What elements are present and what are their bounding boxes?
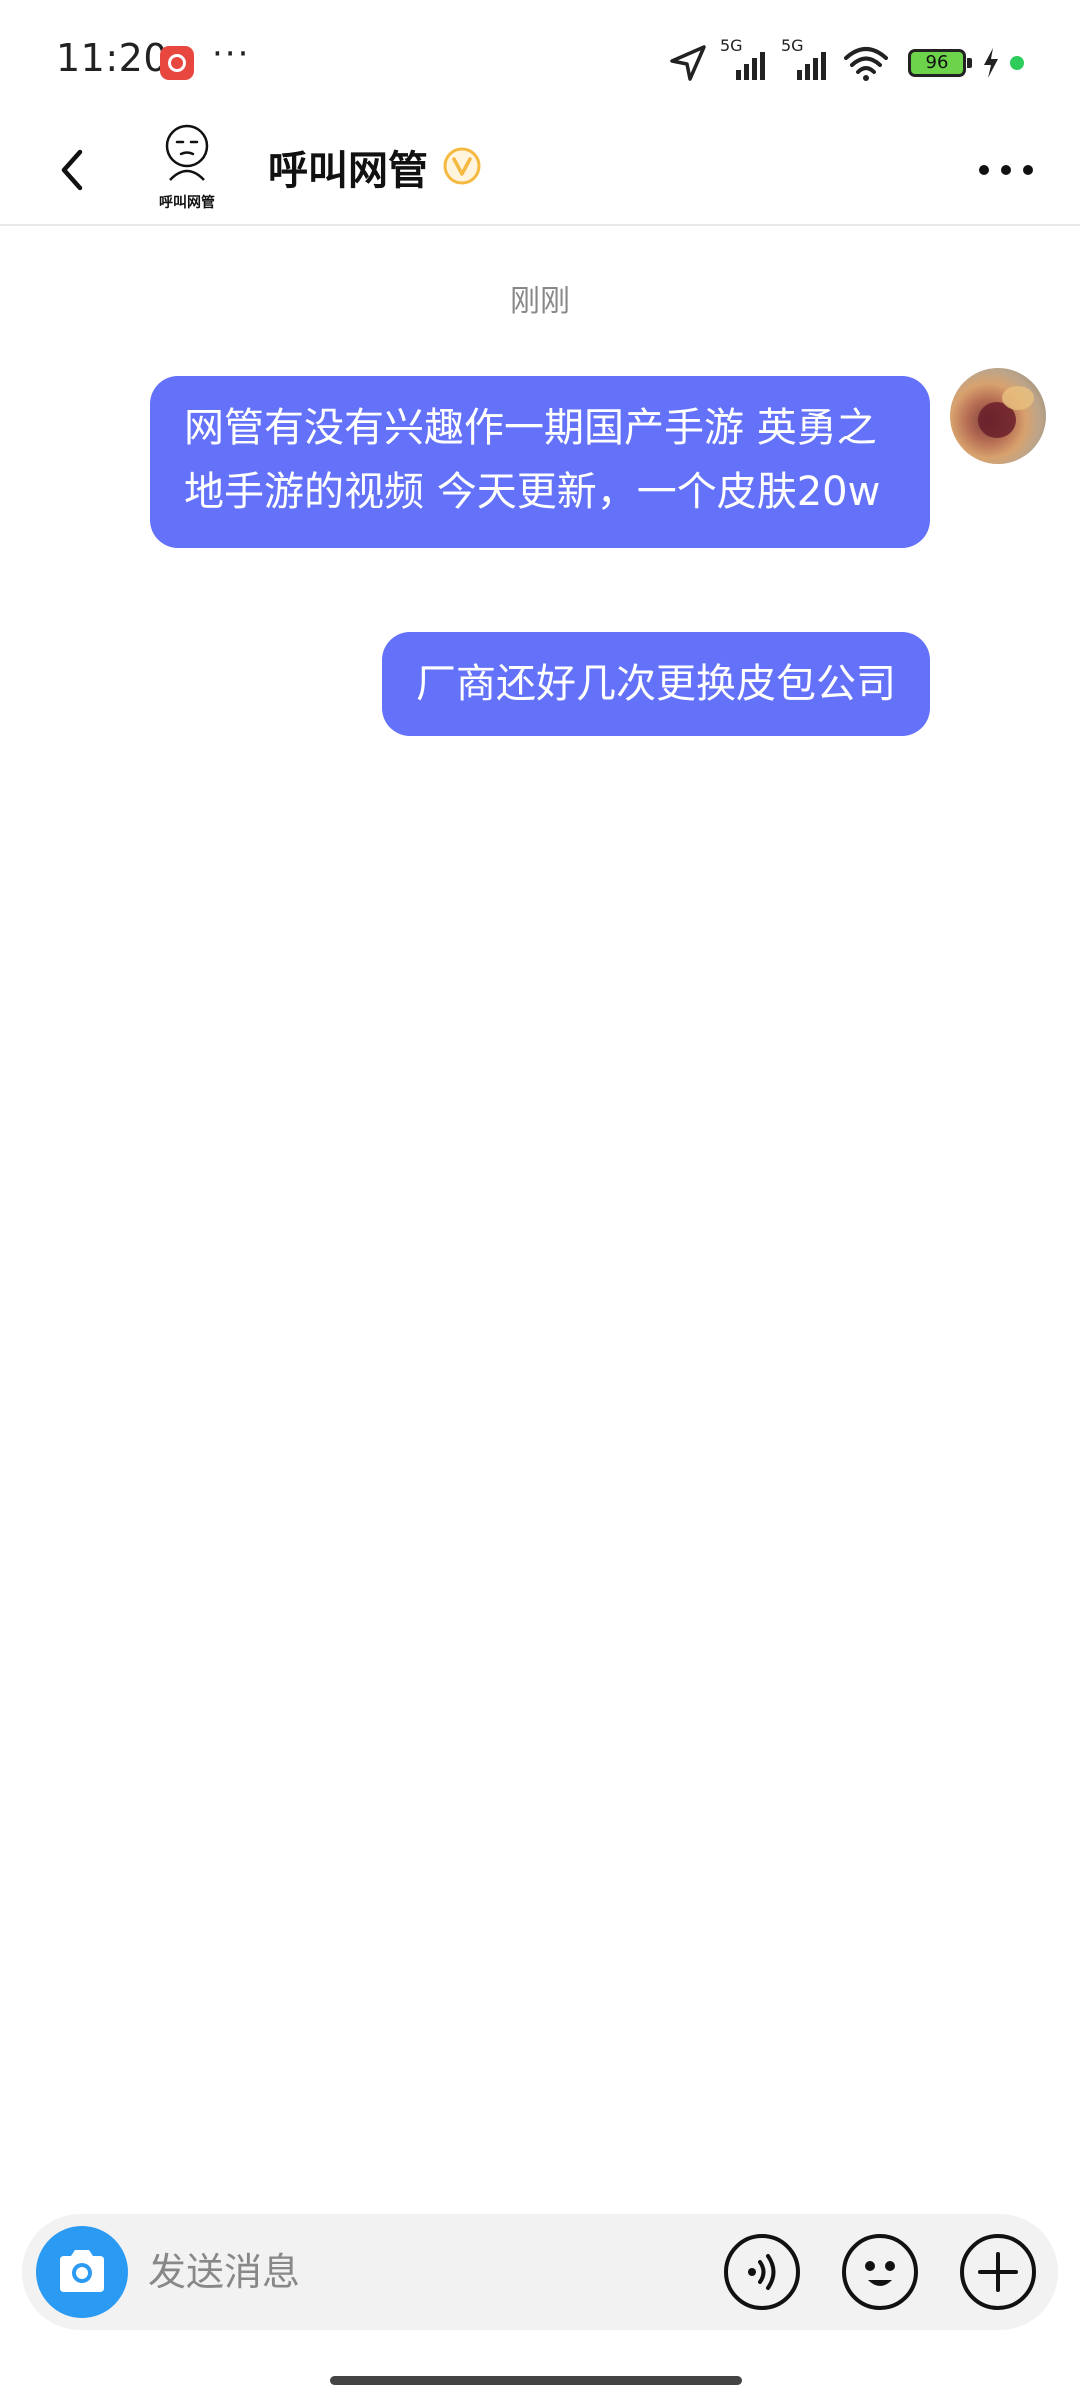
voice-icon [724,2234,800,2310]
emoji-icon [842,2234,918,2310]
chat-header: 呼叫网管 呼叫网管 [0,120,1080,226]
status-time: 11:20 [56,36,169,80]
message-input[interactable] [148,2244,708,2300]
plus-icon [960,2234,1036,2310]
wifi-icon [844,47,888,81]
more-options-button[interactable] [976,150,1036,190]
more-dots-icon [979,165,1033,175]
status-more-icon: ··· [212,34,251,74]
music-app-icon [160,46,194,80]
voice-button[interactable] [722,2232,802,2312]
message-timestamp: 刚刚 [510,284,570,319]
signal-icon-2: 5G [781,36,826,80]
emoji-button[interactable] [840,2232,920,2312]
back-button[interactable] [44,140,104,200]
signal-icon-1: 5G [720,36,765,80]
camera-button[interactable] [36,2226,128,2318]
privacy-indicator-dot [1010,56,1024,70]
message-input-bar [22,2214,1058,2330]
verified-badge-icon [443,147,481,185]
logo-text: 呼叫网管 [159,195,215,211]
chat-title: 呼叫网管 [268,148,428,194]
user-avatar[interactable] [950,368,1046,464]
camera-icon [60,2250,104,2292]
message-bubble[interactable]: 厂商还好几次更换皮包公司 [382,632,930,736]
status-indicators: 5G 5G 96 [668,36,1024,86]
location-icon [670,45,706,81]
meme-face-icon [165,124,209,181]
chevron-left-icon [61,149,83,191]
message-bubble[interactable]: 网管有没有兴趣作一期国产手游 英勇之地手游的视频 今天更新，一个皮肤20w [150,376,930,548]
battery-icon: 96 [908,49,972,77]
status-bar: 11:20 ··· 5G 5G 96 [0,0,1080,120]
account-avatar[interactable]: 呼叫网管 [148,122,226,212]
home-indicator[interactable] [330,2376,742,2385]
charging-icon [984,48,998,78]
more-actions-button[interactable] [958,2232,1038,2312]
